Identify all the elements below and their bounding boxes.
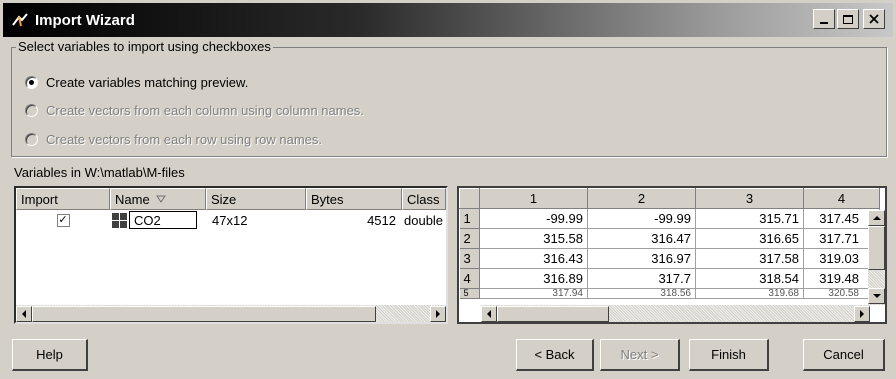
column-header-bytes[interactable]: Bytes [306,188,402,210]
table-cell[interactable]: 315.71 [695,208,804,229]
preview-column-header[interactable]: 1 [479,188,588,209]
arrow-down-icon [872,294,881,298]
row-header[interactable]: 1 [459,208,480,229]
arrow-right-icon [436,309,440,318]
finish-button[interactable]: Finish [689,339,769,371]
row-header[interactable]: 4 [459,268,480,289]
minimize-icon [820,22,828,24]
scroll-up-button[interactable] [868,210,885,226]
import-checkbox[interactable]: ✓ [56,213,70,227]
preview-horizontal-scrollbar[interactable] [481,305,870,322]
table-cell[interactable]: 316.47 [587,228,696,249]
radio-label: Create vectors from each row using row n… [46,131,322,147]
vertical-scroll-thumb[interactable] [868,226,885,270]
back-button[interactable]: < Back [516,339,594,371]
sort-triangle-icon [155,195,166,203]
scroll-thumb[interactable] [497,305,609,322]
radio-unchecked-icon [25,103,38,117]
table-cell[interactable]: 316.43 [479,248,588,269]
radio-vectors-columns: Create vectors from each column using co… [25,101,364,119]
table-row: 4 316.89 317.7 318.54 319.48 [459,268,880,289]
row-header[interactable]: 3 [459,248,480,269]
row-header[interactable]: 5 [459,288,480,299]
title-bar[interactable]: Import Wizard [3,3,893,37]
maximize-icon [843,14,853,24]
table-cell[interactable]: 317.94 [479,288,588,299]
next-button: Next > [600,339,680,371]
variables-table: Import Name Size Bytes Class ✓ CO2 47x12… [14,186,448,324]
minimize-button[interactable] [813,9,835,29]
column-header-import[interactable]: Import [16,188,110,210]
window-title: Import Wizard [35,11,135,29]
table-cell[interactable]: 317.7 [587,268,696,289]
radio-vectors-rows: Create vectors from each row using row n… [25,130,322,148]
maximize-button[interactable] [837,9,859,29]
table-cell[interactable]: -99.99 [587,208,696,229]
matrix-variable-icon [112,212,127,228]
table-cell[interactable]: 316.89 [479,268,588,289]
table-cell[interactable]: 317.58 [695,248,804,269]
radio-unchecked-icon [25,132,38,146]
row-header[interactable]: 2 [459,228,480,249]
variable-size: 47x12 [212,212,248,228]
preview-vertical-scrollbar[interactable] [868,210,885,305]
arrow-right-icon [860,309,864,318]
table-row[interactable]: ✓ CO2 47x12 4512 double [16,211,446,229]
preview-column-header[interactable]: 4 [803,188,880,209]
preview-header-row: 1 2 3 4 [459,188,880,209]
arrow-up-icon [872,216,881,220]
column-header-size[interactable]: Size [206,188,306,210]
table-row: 2 315.58 316.47 316.65 317.71 [459,228,880,249]
variables-table-header: Import Name Size Bytes Class [16,188,446,210]
group-legend: Select variables to import using checkbo… [16,39,273,54]
scroll-left-button[interactable] [16,305,32,322]
variable-bytes: 4512 [367,212,396,228]
table-row: 1 -99.99 -99.99 315.71 317.45 [459,208,880,229]
table-cell[interactable]: 316.65 [695,228,804,249]
corner-cell [459,188,480,209]
table-cell[interactable]: -99.99 [479,208,588,229]
close-icon [869,14,879,24]
arrow-left-icon [487,309,491,318]
table-cell[interactable]: 316.97 [587,248,696,269]
column-header-class[interactable]: Class [402,188,446,210]
radio-label: Create vectors from each column using co… [46,102,364,118]
table-row: 3 316.43 316.97 317.58 319.03 [459,248,880,269]
column-header-name[interactable]: Name [110,188,206,210]
left-horizontal-scrollbar[interactable] [16,305,446,322]
matlab-app-icon [9,9,31,31]
help-button[interactable]: Help [12,339,88,371]
data-preview-table: 1 2 3 4 1 -99.99 -99.99 315.71 317.45 2 … [457,186,887,324]
import-wizard-window: Import Wizard Select variables to import… [0,0,896,379]
table-row: 5 317.94 318.56 319.68 320.58 [459,288,880,299]
import-options-group: Select variables to import using checkbo… [11,39,887,157]
radio-checked-icon [25,75,38,89]
arrow-left-icon [22,309,26,318]
preview-column-header[interactable]: 3 [695,188,804,209]
table-cell[interactable]: 319.68 [695,288,804,299]
radio-label: Create variables matching preview. [46,74,249,90]
radio-create-variables[interactable]: Create variables matching preview. [25,73,248,91]
scroll-thumb[interactable] [32,305,376,322]
variable-name-field[interactable]: CO2 [129,211,197,229]
table-cell[interactable]: 318.56 [587,288,696,299]
preview-column-header[interactable]: 2 [587,188,696,209]
cancel-button[interactable]: Cancel [803,339,885,371]
variables-path-label: Variables in W:\matlab\M-files [14,165,185,180]
scroll-left-button[interactable] [481,305,497,322]
table-cell[interactable]: 318.54 [695,268,804,289]
variable-class: double [404,212,444,228]
scroll-right-button[interactable] [854,305,870,322]
table-cell[interactable]: 315.58 [479,228,588,249]
scroll-down-button[interactable] [868,288,885,304]
close-button[interactable] [863,9,885,29]
scroll-right-button[interactable] [430,305,446,322]
